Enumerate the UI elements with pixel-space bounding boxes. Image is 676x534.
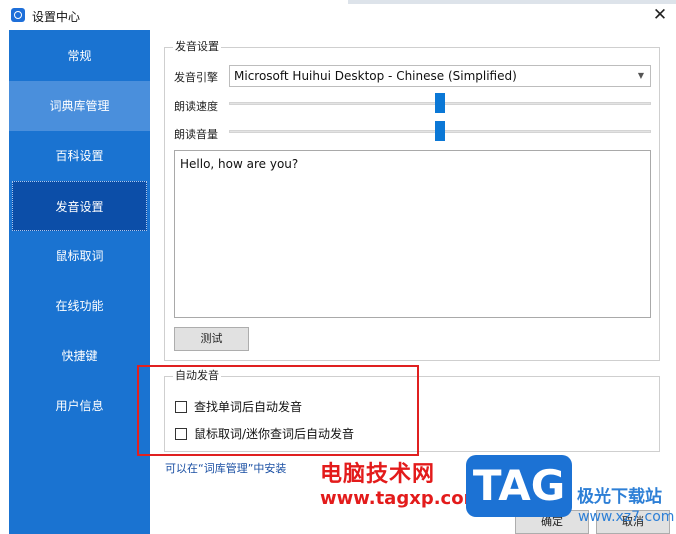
window-title: 设置中心 <box>32 10 81 24</box>
volume-slider[interactable] <box>229 121 651 141</box>
speed-slider[interactable] <box>229 93 651 113</box>
close-icon[interactable]: ✕ <box>648 4 672 26</box>
sidebar-item-encyclopedia[interactable]: 百科设置 <box>9 131 150 181</box>
watermark-url: www.tagxp.com <box>320 488 483 509</box>
watermark-site-name: 极光下载站 <box>577 487 662 507</box>
volume-label: 朗读音量 <box>174 128 218 141</box>
sidebar-item-user-info[interactable]: 用户信息 <box>9 381 150 431</box>
title-bar: 设置中心 ✕ <box>0 0 676 30</box>
dictionary-hint-text: 可以在“词库管理”中安装 <box>165 462 287 475</box>
sidebar-item-online-features[interactable]: 在线功能 <box>9 281 150 331</box>
sidebar-item-general[interactable]: 常规 <box>9 31 150 81</box>
highlight-box <box>137 365 419 456</box>
engine-select-value: Microsoft Huihui Desktop - Chinese (Simp… <box>234 69 517 83</box>
sample-text-area[interactable]: Hello, how are you? <box>174 150 651 318</box>
chevron-down-icon: ▼ <box>637 71 644 80</box>
watermark-tag-logo: TAG <box>466 455 572 517</box>
sample-text: Hello, how are you? <box>180 157 299 171</box>
app-icon <box>11 8 25 22</box>
sidebar-item-shortcuts[interactable]: 快捷键 <box>9 331 150 381</box>
sidebar-item-dictionary-management[interactable]: 词典库管理 <box>9 81 150 131</box>
speed-label: 朗读速度 <box>174 100 218 113</box>
settings-sidebar: 常规 词典库管理 百科设置 发音设置 鼠标取词 在线功能 快捷键 用户信息 <box>9 30 150 534</box>
volume-slider-thumb[interactable] <box>435 121 445 141</box>
pronunciation-group-title: 发音设置 <box>173 40 221 54</box>
sidebar-item-mouse-lookup[interactable]: 鼠标取词 <box>9 231 150 281</box>
test-button[interactable]: 测试 <box>174 327 249 351</box>
speed-slider-thumb[interactable] <box>435 93 445 113</box>
background-window-strip <box>348 0 676 4</box>
watermark-cn-text: 电脑技术网 <box>320 462 436 487</box>
sidebar-item-pronunciation[interactable]: 发音设置 <box>12 181 147 231</box>
watermark-site-url: www.xz7.com <box>578 509 675 525</box>
engine-label: 发音引擎 <box>174 71 218 84</box>
engine-select[interactable]: Microsoft Huihui Desktop - Chinese (Simp… <box>229 65 651 87</box>
